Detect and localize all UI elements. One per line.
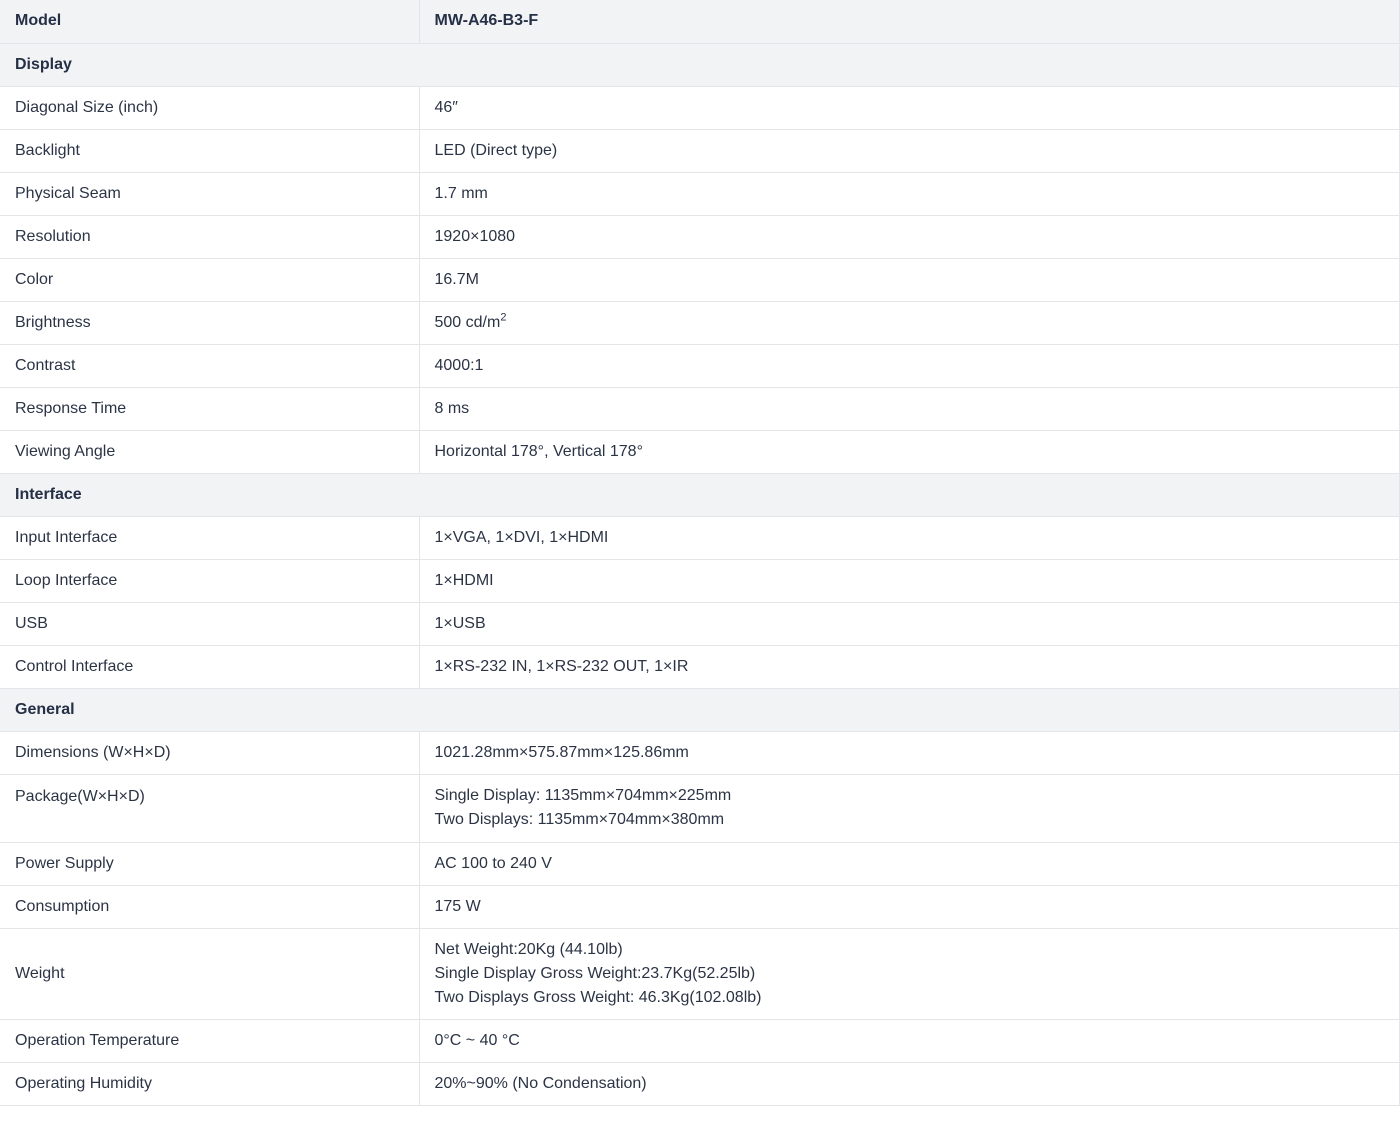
value-line: Two Displays: 1135mm×704mm×380mm bbox=[434, 811, 725, 828]
value-line: Two Displays Gross Weight: 46.3Kg(102.08… bbox=[434, 988, 762, 1006]
row-label: Diagonal Size (inch) bbox=[0, 86, 420, 130]
table-row: Physical Seam 1.7 mm bbox=[0, 172, 1399, 216]
row-label: Weight bbox=[0, 928, 420, 1020]
table-row: Viewing Angle Horizontal 178°, Vertical … bbox=[0, 430, 1399, 474]
row-value: 500 cd/m2 bbox=[419, 301, 1399, 345]
section-interface: Interface bbox=[0, 473, 1399, 517]
row-label: Package(W×H×D) bbox=[0, 774, 420, 843]
row-label: Control Interface bbox=[0, 645, 420, 689]
row-label: Response Time bbox=[0, 387, 420, 431]
table-row: Dimensions (W×H×D) 1021.28mm×575.87mm×12… bbox=[0, 731, 1399, 775]
table-row: Package(W×H×D) Single Display: 1135mm×70… bbox=[0, 774, 1399, 843]
row-label: Brightness bbox=[0, 301, 420, 345]
row-label: Operating Humidity bbox=[0, 1062, 420, 1106]
section-general: General bbox=[0, 688, 1399, 732]
row-value: 1×HDMI bbox=[419, 559, 1399, 603]
model-label: Model bbox=[0, 0, 420, 44]
table-row: Power Supply AC 100 to 240 V bbox=[0, 842, 1399, 886]
value-line: Net Weight:20Kg (44.10lb) bbox=[434, 940, 623, 958]
table-row: Color 16.7M bbox=[0, 258, 1399, 302]
row-value: Net Weight:20Kg (44.10lb) Single Display… bbox=[419, 928, 1399, 1020]
row-value: 1021.28mm×575.87mm×125.86mm bbox=[419, 731, 1399, 775]
row-label: Dimensions (W×H×D) bbox=[0, 731, 420, 775]
section-title: Interface bbox=[0, 473, 1399, 517]
row-value: AC 100 to 240 V bbox=[419, 842, 1399, 886]
row-label: Resolution bbox=[0, 215, 420, 259]
row-value: 1.7 mm bbox=[419, 172, 1399, 216]
row-value: 1×USB bbox=[419, 602, 1399, 646]
row-label: Color bbox=[0, 258, 420, 302]
row-value: Horizontal 178°, Vertical 178° bbox=[419, 430, 1399, 474]
table-row: Consumption 175 W bbox=[0, 885, 1399, 929]
row-label: Power Supply bbox=[0, 842, 420, 886]
row-value: 1×VGA, 1×DVI, 1×HDMI bbox=[419, 516, 1399, 560]
row-value: 1920×1080 bbox=[419, 215, 1399, 259]
table-row: Control Interface 1×RS-232 IN, 1×RS-232 … bbox=[0, 645, 1399, 689]
table-row: Response Time 8 ms bbox=[0, 387, 1399, 431]
row-label: Backlight bbox=[0, 129, 420, 173]
table-header-row: Model MW-A46-B3-F bbox=[0, 0, 1399, 44]
row-value: 1×RS-232 IN, 1×RS-232 OUT, 1×IR bbox=[419, 645, 1399, 689]
row-value: Single Display: 1135mm×704mm×225mm Two D… bbox=[419, 774, 1399, 843]
table-row: USB 1×USB bbox=[0, 602, 1399, 646]
row-label: Viewing Angle bbox=[0, 430, 420, 474]
section-title: Display bbox=[0, 43, 1399, 87]
table-row: Loop Interface 1×HDMI bbox=[0, 559, 1399, 603]
table-row: Diagonal Size (inch) 46″ bbox=[0, 86, 1399, 130]
row-value: 0°C ~ 40 °C bbox=[419, 1019, 1399, 1063]
row-value: 16.7M bbox=[419, 258, 1399, 302]
row-value: 46″ bbox=[419, 86, 1399, 130]
row-label: Physical Seam bbox=[0, 172, 420, 216]
value-line: Single Display Gross Weight:23.7Kg(52.25… bbox=[434, 964, 756, 982]
row-value: 4000:1 bbox=[419, 344, 1399, 388]
superscript: 2 bbox=[500, 311, 507, 324]
value-line: Single Display: 1135mm×704mm×225mm bbox=[434, 787, 732, 804]
row-value: 8 ms bbox=[419, 387, 1399, 431]
row-value: LED (Direct type) bbox=[419, 129, 1399, 173]
table-row: Contrast 4000:1 bbox=[0, 344, 1399, 388]
row-value: 20%~90% (No Condensation) bbox=[419, 1062, 1399, 1106]
table-row: Operation Temperature 0°C ~ 40 °C bbox=[0, 1019, 1399, 1063]
section-title: General bbox=[0, 688, 1399, 732]
table-row: Backlight LED (Direct type) bbox=[0, 129, 1399, 173]
table-row: Input Interface 1×VGA, 1×DVI, 1×HDMI bbox=[0, 516, 1399, 560]
row-label: Operation Temperature bbox=[0, 1019, 420, 1063]
row-label: Consumption bbox=[0, 885, 420, 929]
row-value: 175 W bbox=[419, 885, 1399, 929]
model-value: MW-A46-B3-F bbox=[419, 0, 1399, 44]
table-row: Resolution 1920×1080 bbox=[0, 215, 1399, 259]
table-row: Operating Humidity 20%~90% (No Condensat… bbox=[0, 1062, 1399, 1106]
brightness-value: 500 cd/m bbox=[434, 313, 501, 331]
table-row: Brightness 500 cd/m2 bbox=[0, 301, 1399, 345]
row-label: Loop Interface bbox=[0, 559, 420, 603]
section-display: Display bbox=[0, 43, 1399, 87]
row-label: Input Interface bbox=[0, 516, 420, 560]
row-label: USB bbox=[0, 602, 420, 646]
row-label: Contrast bbox=[0, 344, 420, 388]
table-row: Weight Net Weight:20Kg (44.10lb) Single … bbox=[0, 928, 1399, 1020]
spec-table: Model MW-A46-B3-F Display Diagonal Size … bbox=[0, 0, 1400, 1106]
